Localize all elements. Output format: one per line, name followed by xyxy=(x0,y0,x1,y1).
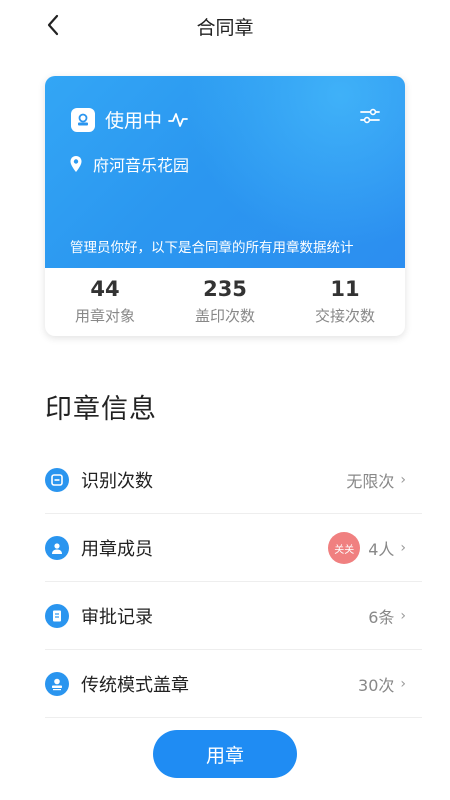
header: 合同章 xyxy=(0,0,450,52)
chevron-right-icon: › xyxy=(400,608,406,624)
item-label: 审批记录 xyxy=(81,606,153,628)
stat-handover-count[interactable]: 11 交接次数 xyxy=(285,276,405,326)
status-row: 使用中 xyxy=(71,106,188,133)
greeting-text: 管理员你好，以下是合同章的所有用章数据统计 xyxy=(70,240,354,256)
list-item-traditional-stamping[interactable]: 传统模式盖章 30次 › xyxy=(45,650,422,718)
item-right: 6条 › xyxy=(368,582,406,650)
item-label: 识别次数 xyxy=(81,470,153,492)
stat-value: 11 xyxy=(330,277,360,301)
settings-sliders-icon xyxy=(360,108,380,124)
item-value: 30次 xyxy=(358,676,395,695)
stat-label: 交接次数 xyxy=(314,307,375,325)
record-icon xyxy=(45,603,69,628)
seal-icon xyxy=(71,107,95,132)
chevron-right-icon: › xyxy=(400,540,406,556)
filter-button[interactable] xyxy=(359,106,381,130)
seal-info-list: 识别次数 无限次 › 用章成员 关关 4人 › 审批记录 6条 › 传统模式盖章… xyxy=(45,446,422,718)
location-pin-icon xyxy=(70,156,82,172)
stat-value: 44 xyxy=(90,277,120,301)
card-banner: 使用中 府河音乐花园 管理员你好，以下是合同章的所有用章数据统计 xyxy=(45,76,405,268)
chevron-right-icon: › xyxy=(400,676,406,692)
seal-summary-card: 使用中 府河音乐花园 管理员你好，以下是合同章的所有用章数据统计 44 用章对象… xyxy=(45,76,405,336)
stat-value: 235 xyxy=(203,277,247,301)
stat-stamp-count[interactable]: 235 盖印次数 xyxy=(165,276,285,326)
use-seal-button[interactable]: 用章 xyxy=(153,730,297,778)
list-item-members[interactable]: 用章成员 关关 4人 › xyxy=(45,514,422,582)
location-text: 府河音乐花园 xyxy=(93,156,190,175)
pulse-icon xyxy=(168,112,188,127)
item-label: 用章成员 xyxy=(81,538,153,560)
section-title: 印章信息 xyxy=(45,394,157,425)
item-value: 4人 xyxy=(368,540,395,559)
stat-label: 用章对象 xyxy=(74,307,135,325)
stat-usage-target[interactable]: 44 用章对象 xyxy=(45,276,165,326)
member-icon xyxy=(45,535,69,560)
stamp-icon xyxy=(45,671,69,696)
location-row: 府河音乐花园 xyxy=(69,152,189,176)
stats-row: 44 用章对象 235 盖印次数 11 交接次数 xyxy=(45,276,405,326)
page-title: 合同章 xyxy=(196,17,254,39)
item-right: 关关 4人 › xyxy=(328,514,406,582)
stat-label: 盖印次数 xyxy=(194,307,255,325)
item-right: 30次 › xyxy=(358,650,406,718)
item-value: 6条 xyxy=(368,608,395,627)
list-item-recognition-count[interactable]: 识别次数 无限次 › xyxy=(45,446,422,514)
item-value: 无限次 xyxy=(346,472,395,491)
item-label: 传统模式盖章 xyxy=(81,674,189,696)
chevron-right-icon: › xyxy=(400,472,406,488)
list-item-approval-records[interactable]: 审批记录 6条 › xyxy=(45,582,422,650)
status-text: 使用中 xyxy=(105,110,163,132)
item-right: 无限次 › xyxy=(346,446,406,514)
scan-icon xyxy=(45,467,69,492)
avatar[interactable]: 关关 xyxy=(328,532,361,564)
